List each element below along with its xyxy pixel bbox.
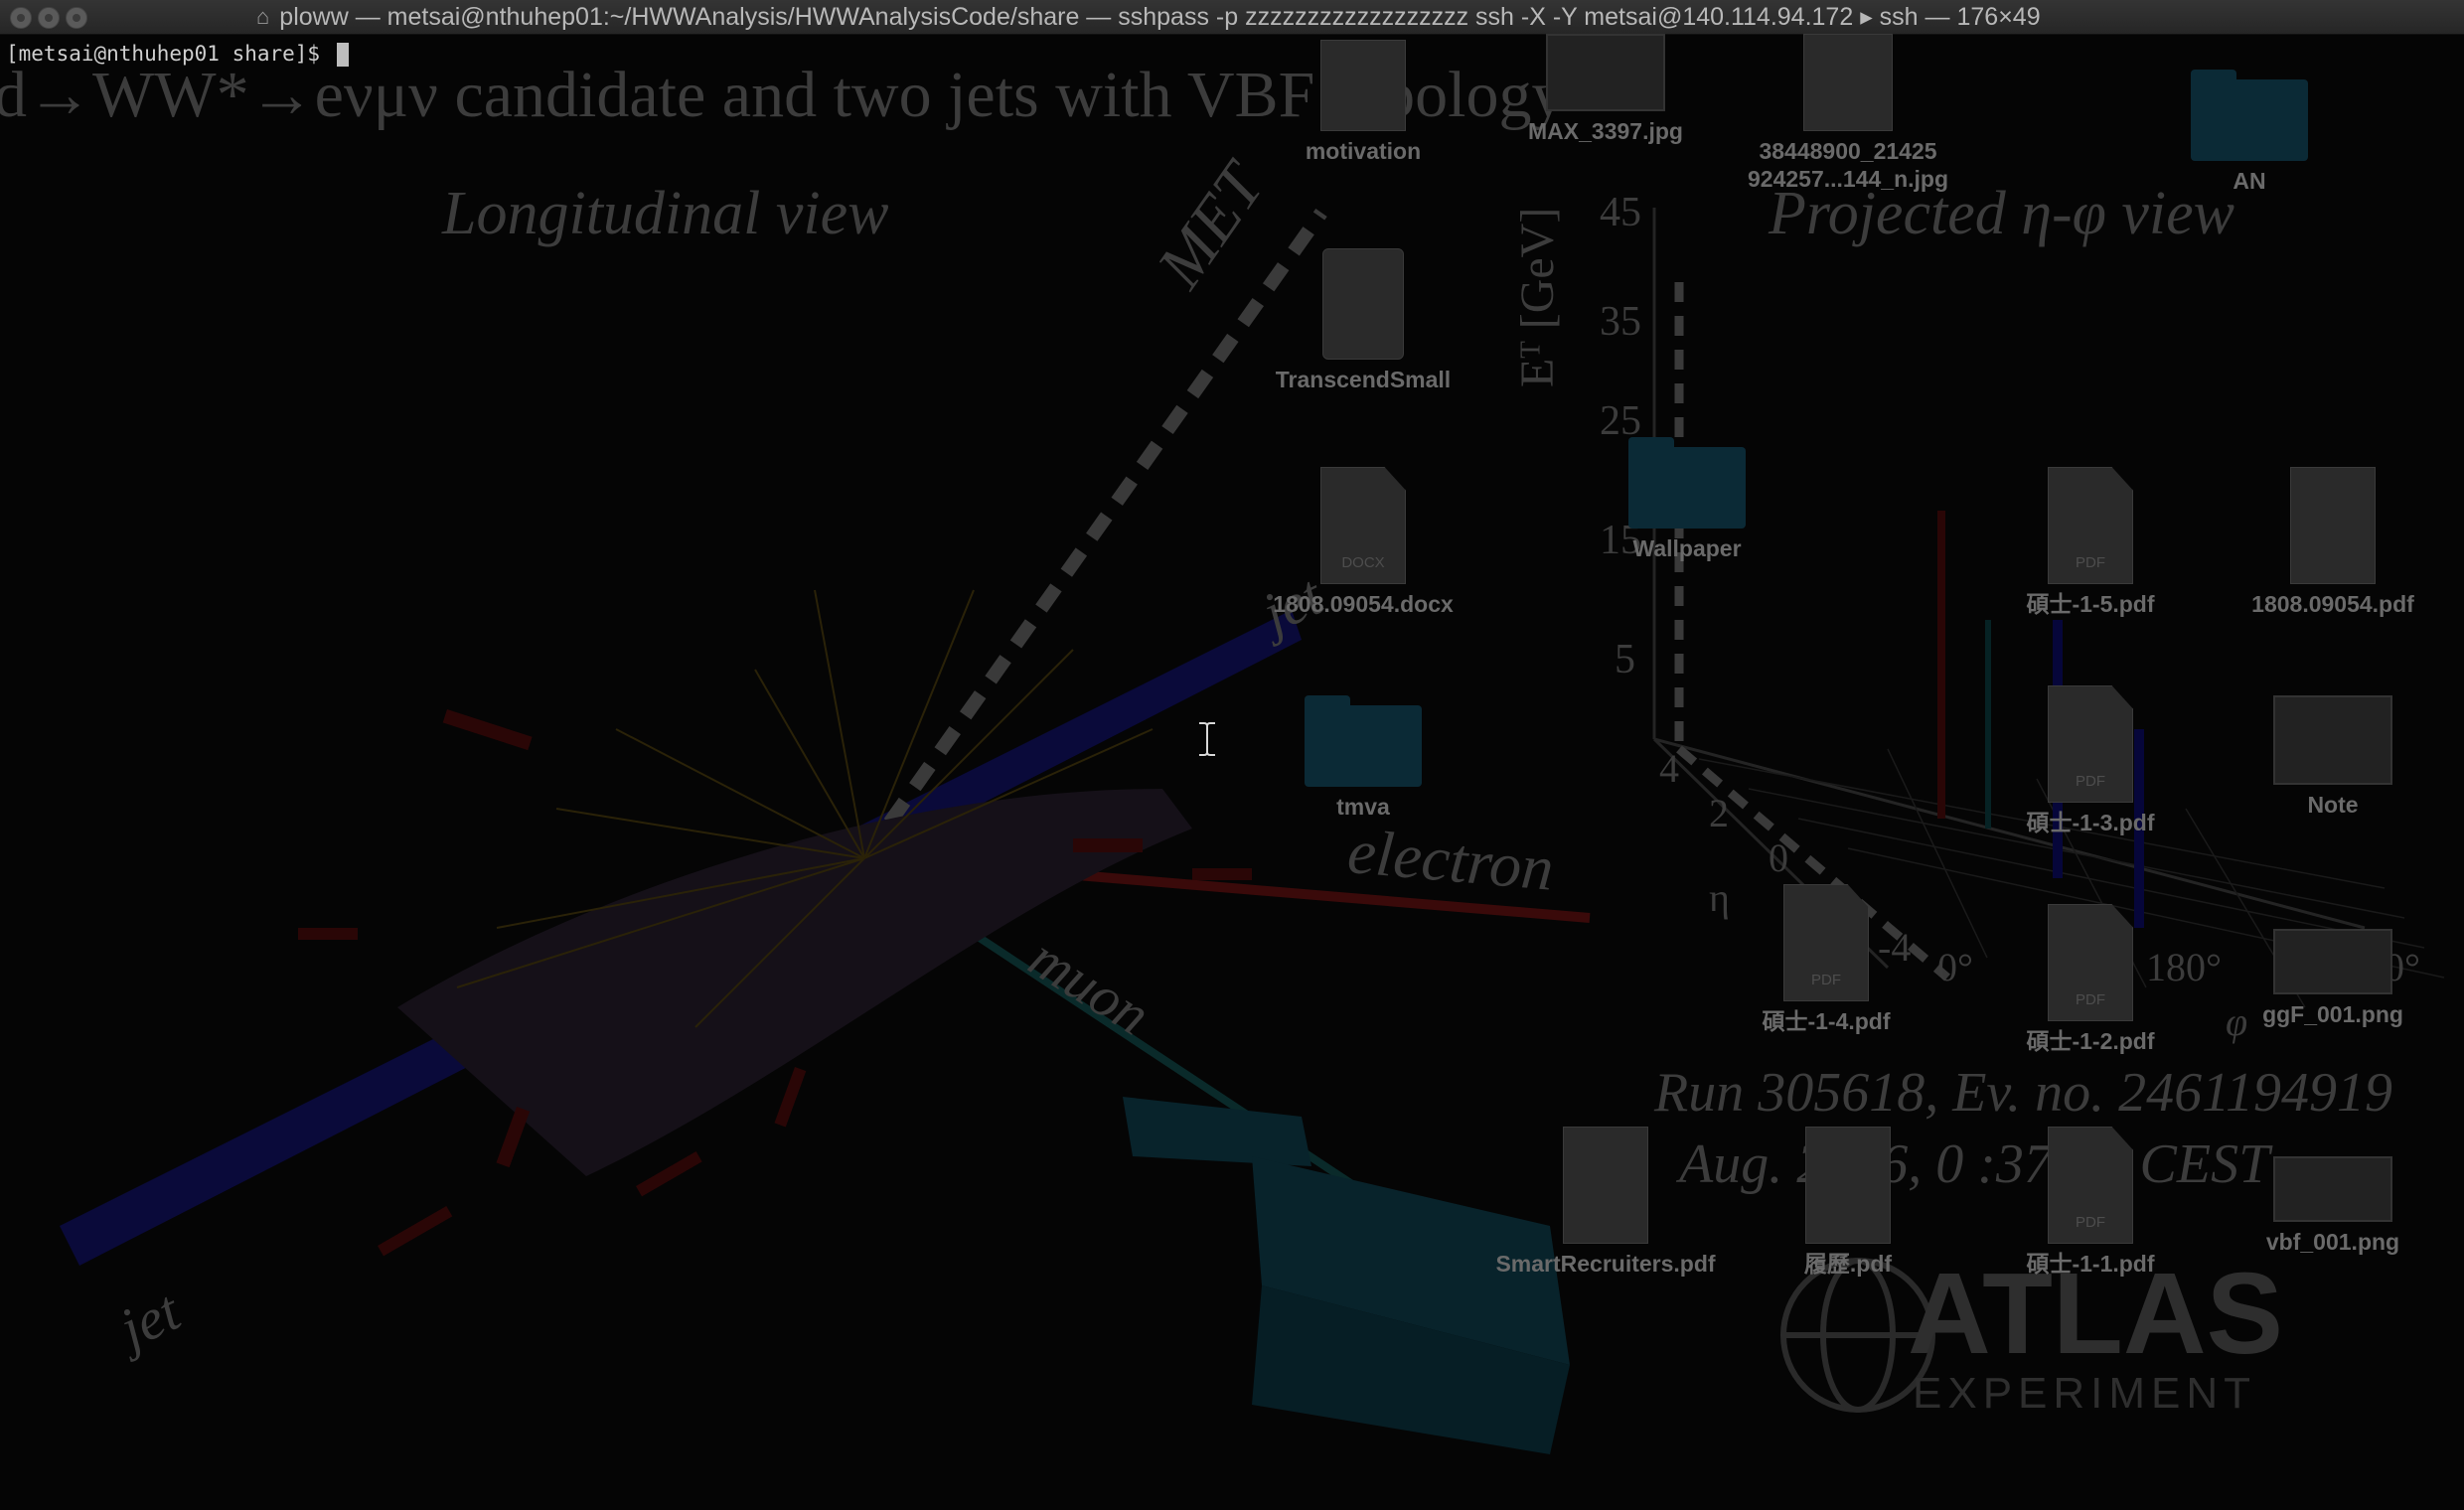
zoom-light-icon[interactable] [66,7,87,29]
home-icon: ⌂ [256,4,270,29]
terminal-window: ⌂ ploww — metsai@nthuhep01:~/HWWAnalysis… [0,0,2464,1510]
terminal-content[interactable]: [metsai@nthuhep01 share]$ [0,34,2464,1510]
title-bar[interactable]: ⌂ ploww — metsai@nthuhep01:~/HWWAnalysis… [0,0,2464,35]
prompt-text: [metsai@nthuhep01 share]$ [6,42,333,66]
text-cursor [336,43,349,67]
minimize-light-icon[interactable] [38,7,60,29]
close-light-icon[interactable] [10,7,32,29]
text-cursor-icon [1199,721,1215,757]
shell-prompt: [metsai@nthuhep01 share]$ [6,42,349,67]
window-title: ploww — metsai@nthuhep01:~/HWWAnalysis/H… [279,3,2041,31]
